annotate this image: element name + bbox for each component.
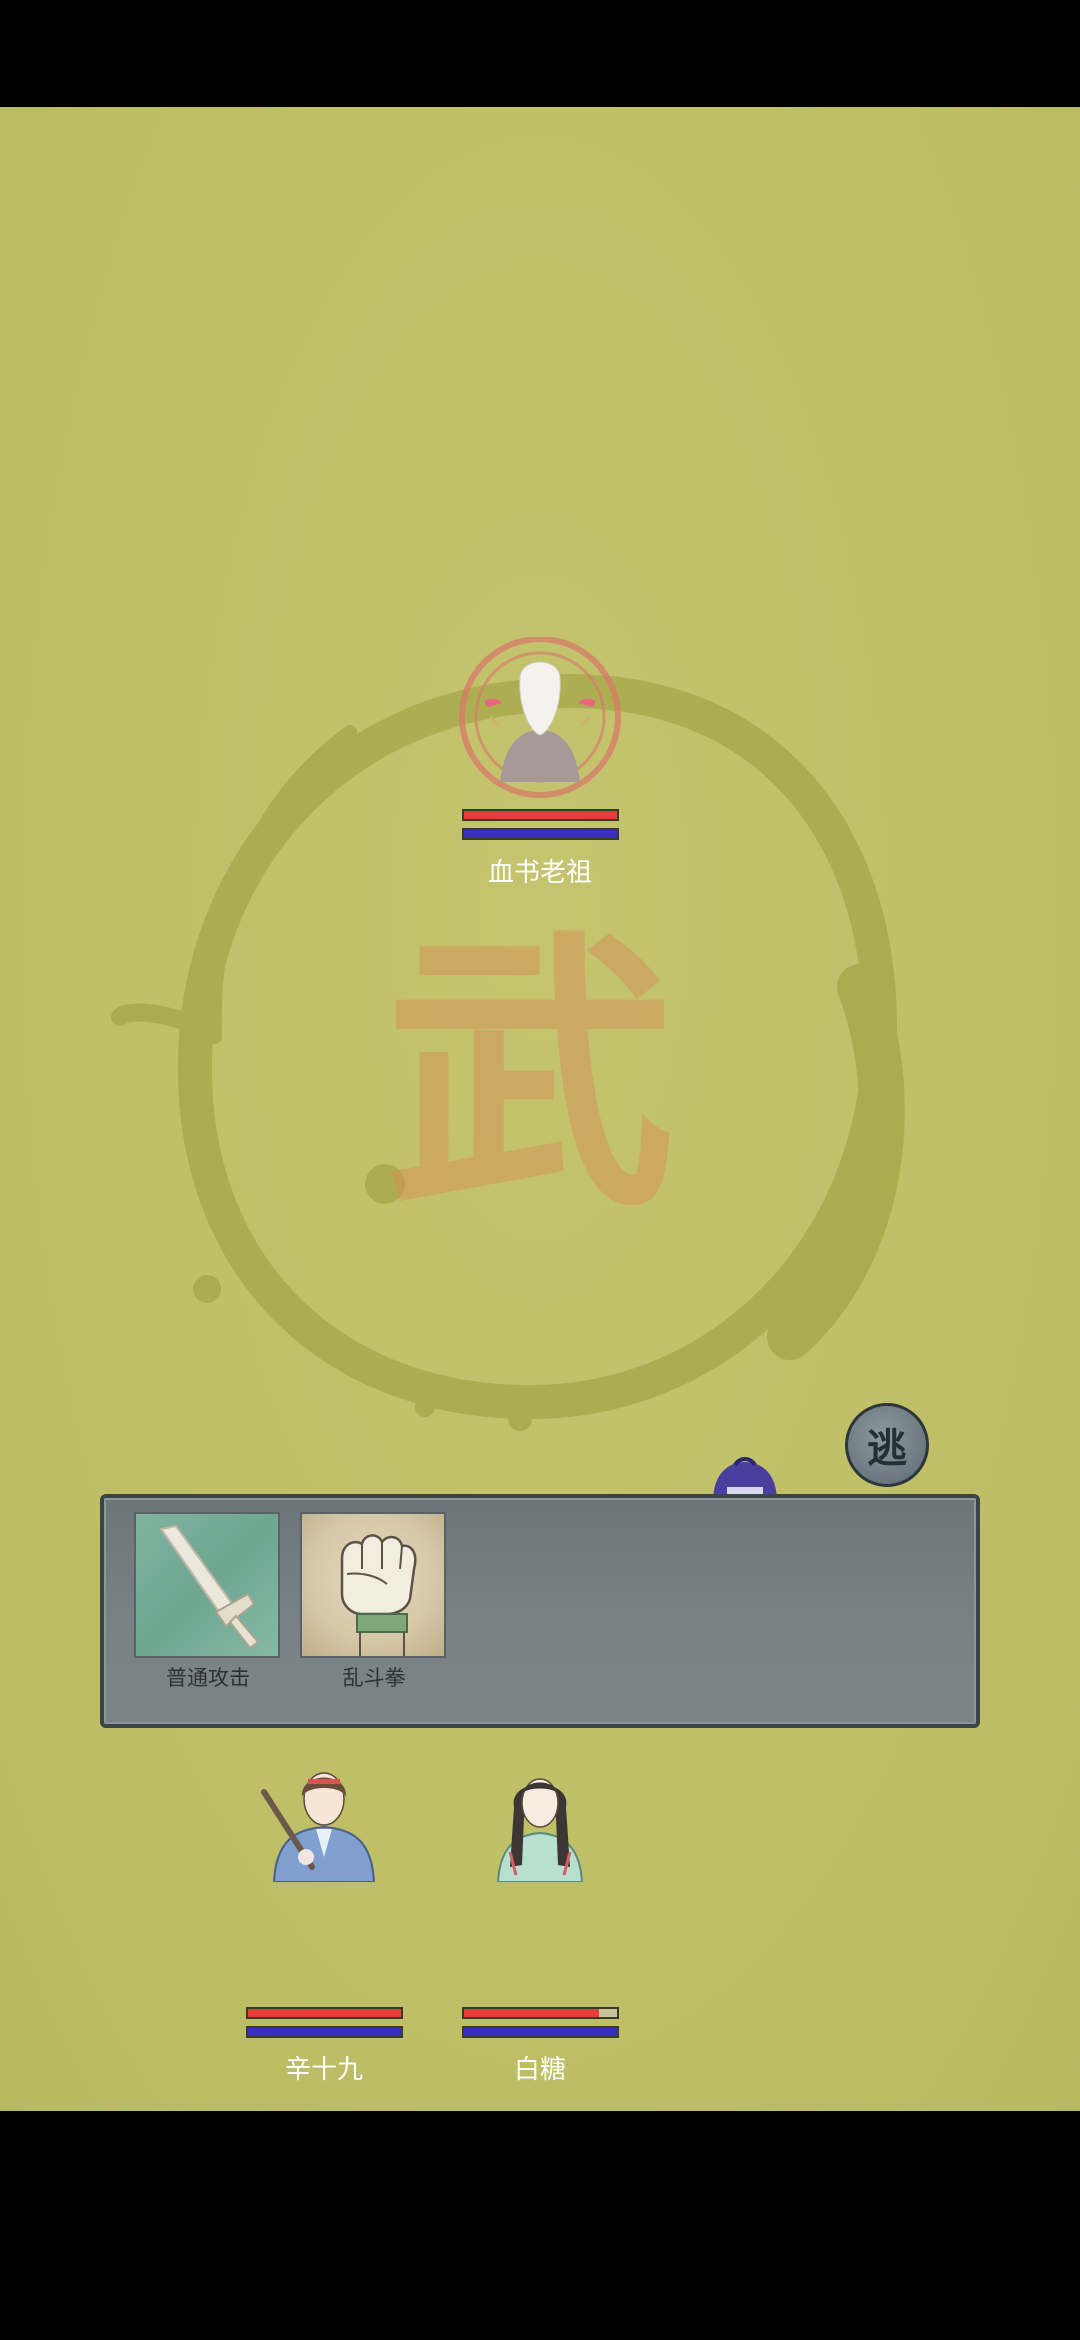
party-member-1-portrait [261, 1772, 376, 1882]
fist-icon [300, 1512, 446, 1658]
status-bar-area [0, 0, 1080, 107]
skill-normal-attack[interactable]: 普通攻击 [134, 1512, 282, 1692]
flee-button[interactable]: 逃 [845, 1403, 929, 1487]
party-member-2-portrait [496, 1778, 584, 1882]
skill-brawl-fist[interactable]: 乱斗拳 [300, 1512, 448, 1692]
battlefield: 武 血书老祖 逃 普通攻击 乱斗拳 辛十九 白糖 [0, 107, 1080, 2111]
party-member-1-mp-bar [246, 2026, 403, 2038]
party-member-2-hp-bar [462, 2007, 619, 2019]
navigation-bar-area [0, 2111, 1080, 2340]
enemy-name: 血书老祖 [487, 858, 592, 888]
party-member-1-name: 辛十九 [284, 2055, 363, 2085]
skill-label: 乱斗拳 [342, 1666, 406, 1690]
skill-label: 普通攻击 [166, 1666, 250, 1690]
party-member-2-mp-bar [462, 2026, 619, 2038]
party-member-2[interactable]: 白糖 [440, 1757, 640, 2087]
game-screen: 武 血书老祖 逃 普通攻击 乱斗拳 辛十九 白糖 [0, 0, 1080, 2340]
sword-icon [134, 1512, 280, 1658]
enemy-unit[interactable]: 血书老祖 [440, 637, 640, 1007]
enemy-portrait [459, 637, 621, 798]
enemy-mp-bar [462, 828, 619, 840]
party-member-1-hp-bar [246, 2007, 403, 2019]
party-member-1[interactable]: 辛十九 [224, 1757, 424, 2087]
party-member-2-name: 白糖 [513, 2055, 566, 2085]
enemy-hp-bar [462, 809, 619, 821]
skill-panel: 普通攻击 乱斗拳 [100, 1494, 980, 1728]
